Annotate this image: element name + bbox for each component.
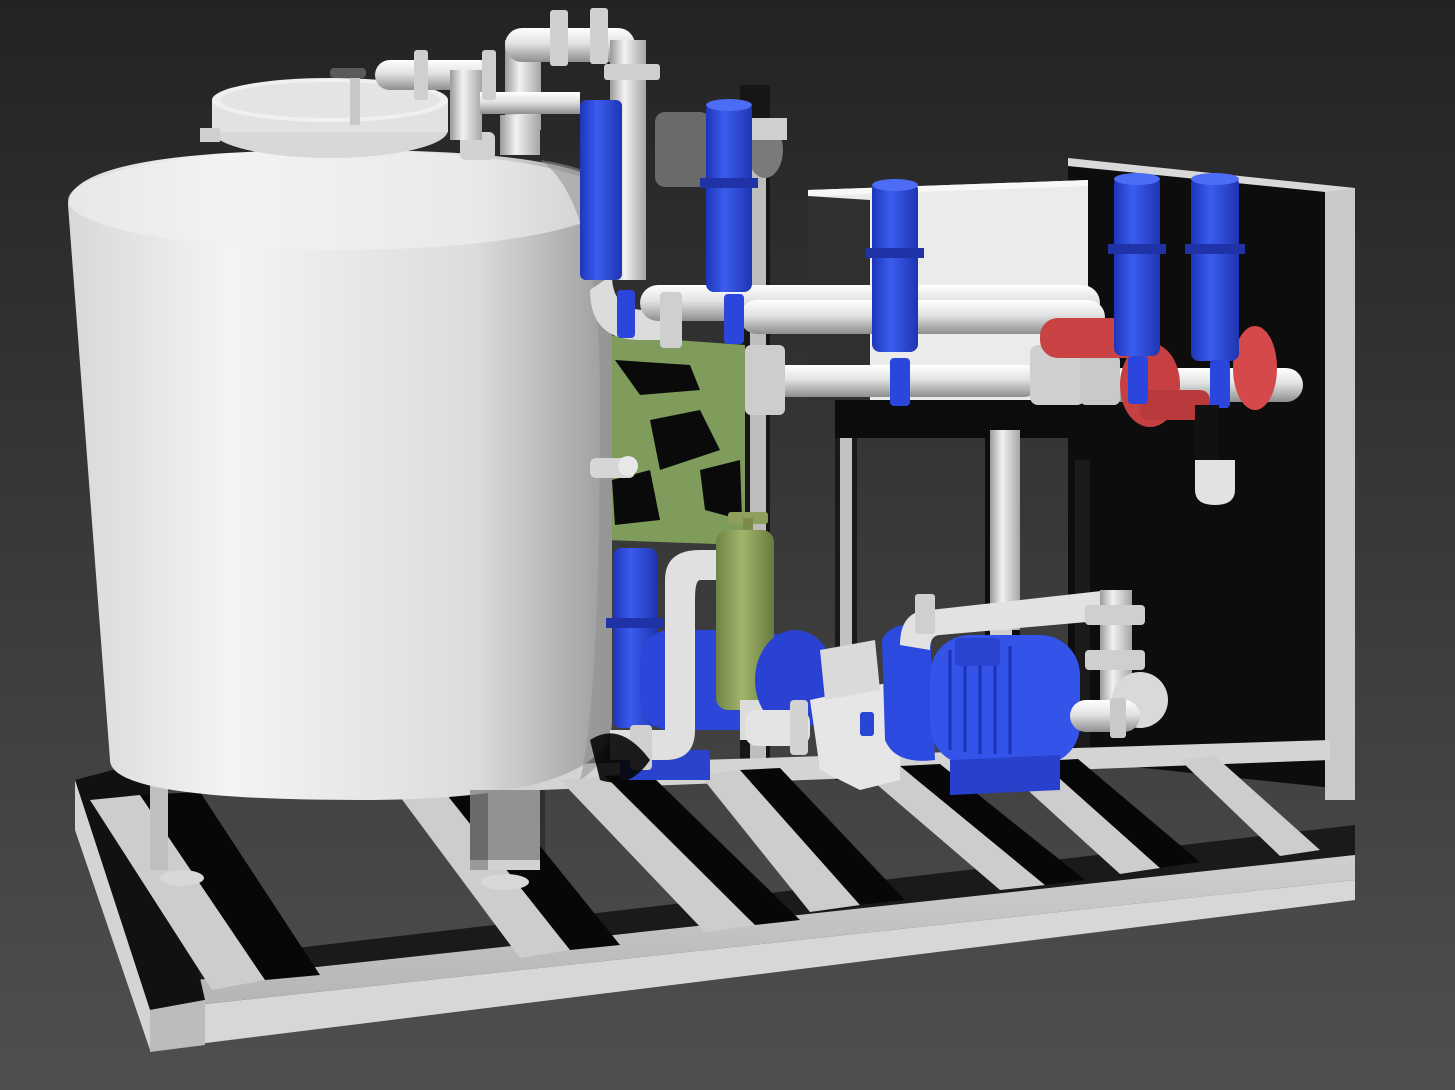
green-back-panel (605, 335, 745, 545)
riser-pipe (990, 430, 1020, 630)
storage-tank (68, 150, 638, 800)
3d-render-scene (0, 0, 1455, 1090)
